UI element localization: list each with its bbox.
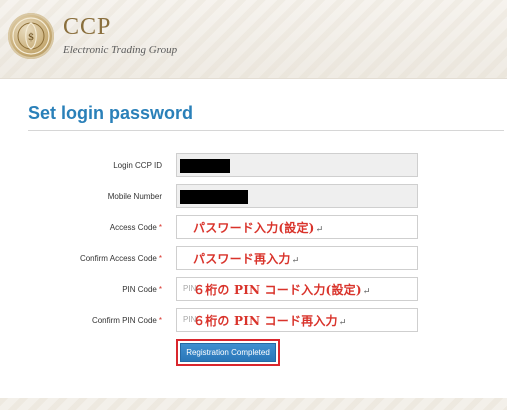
pin-code-annotation: ６桁の PIN コード入力(設定)↵ — [193, 283, 371, 297]
confirm-pin-code-label: Confirm PIN Code * — [91, 316, 162, 325]
access-code-input[interactable]: パスワード入力(設定)↵ — [176, 215, 418, 239]
page-title: Set login password — [28, 103, 194, 123]
login-ccp-id-field — [176, 153, 418, 177]
registration-completed-button[interactable]: Registration Completed — [180, 343, 276, 362]
svg-text:$: $ — [28, 32, 34, 43]
brand-name: CCP — [63, 14, 112, 40]
confirm-access-code-input[interactable]: パスワード再入力↵ — [176, 246, 418, 270]
confirm-pin-code-input[interactable]: PIN ６桁の PIN コード再入力↵ — [176, 308, 418, 332]
submit-highlight: Registration Completed — [176, 339, 280, 366]
redaction-block — [180, 190, 248, 204]
access-code-row: Access Code * パスワード入力(設定)↵ — [0, 215, 507, 241]
site-header: $ CCP Electronic Trading Group — [0, 0, 507, 79]
pin-code-row: PIN Code * PIN ６桁の PIN コード入力(設定)↵ — [0, 277, 507, 303]
required-mark: * — [158, 254, 162, 263]
confirm-access-code-annotation: パスワード再入力↵ — [193, 252, 300, 266]
access-code-annotation: パスワード入力(設定)↵ — [193, 221, 324, 235]
login-ccp-id-row: Login CCP ID — [0, 153, 507, 179]
redaction-block — [180, 159, 230, 173]
required-mark: * — [158, 316, 162, 325]
access-code-label: Access Code * — [109, 223, 162, 232]
confirm-pin-code-row: Confirm PIN Code * PIN ６桁の PIN コード再入力↵ — [0, 308, 507, 334]
required-mark: * — [158, 223, 162, 232]
confirm-access-code-row: Confirm Access Code * パスワード再入力↵ — [0, 246, 507, 272]
pin-code-label: PIN Code * — [122, 285, 162, 294]
footer-band — [0, 398, 507, 410]
brand-subtitle: Electronic Trading Group — [63, 44, 178, 56]
title-divider — [28, 130, 504, 131]
confirm-pin-code-annotation: ６桁の PIN コード再入力↵ — [193, 314, 347, 328]
mobile-number-field — [176, 184, 418, 208]
pin-code-input[interactable]: PIN ６桁の PIN コード入力(設定)↵ — [176, 277, 418, 301]
mobile-number-row: Mobile Number — [0, 184, 507, 210]
confirm-access-code-label: Confirm Access Code * — [79, 254, 162, 263]
ccp-emblem-icon: $ — [8, 13, 54, 59]
login-ccp-id-label: Login CCP ID — [113, 161, 162, 170]
required-mark: * — [158, 285, 162, 294]
mobile-number-label: Mobile Number — [107, 192, 162, 201]
